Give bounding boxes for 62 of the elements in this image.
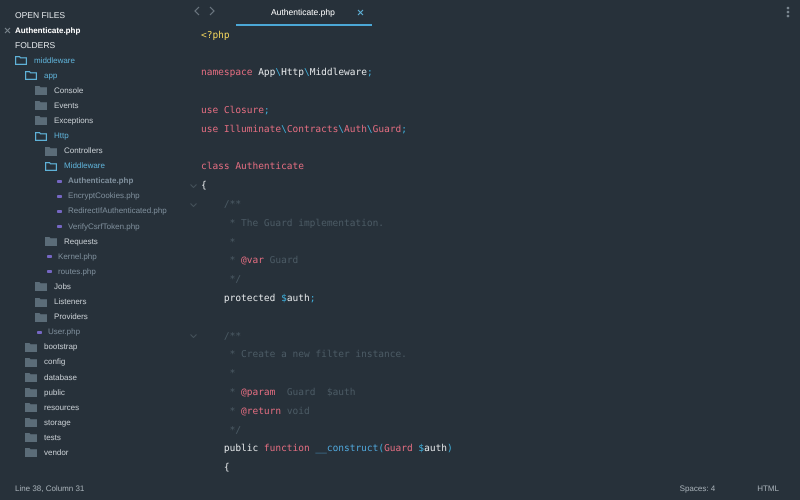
code-line: /** xyxy=(222,330,242,342)
folder-item[interactable]: Http xyxy=(54,130,69,142)
section-heading: FOLDERS xyxy=(14,39,56,52)
code-line: /** xyxy=(222,199,242,210)
code-line: */ xyxy=(228,424,242,436)
folder-item[interactable]: Exceptions xyxy=(54,114,94,127)
folder-item[interactable]: storage xyxy=(44,416,71,429)
folder-item[interactable]: vendor xyxy=(44,446,68,459)
folder-item[interactable]: database xyxy=(44,372,77,384)
folder-item[interactable]: tests xyxy=(44,432,61,444)
file-item[interactable]: VerifyCsrfToken.php xyxy=(68,220,140,233)
file-icon xyxy=(57,210,62,213)
syntax-setting[interactable]: HTML xyxy=(757,484,779,492)
file-icon xyxy=(37,330,42,334)
folder-item[interactable]: public xyxy=(44,386,65,399)
open-file[interactable]: Authenticate.php xyxy=(15,24,80,36)
folder-item[interactable]: Events xyxy=(54,100,78,112)
code-line: use Illuminate\Contracts\Auth\Guard; xyxy=(201,124,407,135)
fold-chevron-icon[interactable] xyxy=(190,184,196,188)
code-line: { xyxy=(222,462,230,474)
code-line: <?php xyxy=(201,30,230,41)
folder-item[interactable]: Jobs xyxy=(54,280,71,293)
file-icon xyxy=(47,270,52,274)
close-icon[interactable] xyxy=(357,8,364,16)
code-line: use Closure; xyxy=(201,105,270,116)
folder-item[interactable]: middleware xyxy=(34,54,75,67)
code-line: protected $auth; xyxy=(222,293,316,304)
file-icon xyxy=(57,225,62,228)
code-line: namespace App\Http\Middleware; xyxy=(201,67,373,78)
file-icon xyxy=(57,194,62,198)
folder-item[interactable]: bootstrap xyxy=(44,341,78,354)
folder-item[interactable]: Providers xyxy=(54,311,88,324)
folder-item[interactable]: Requests xyxy=(64,236,98,248)
file-item[interactable]: EncryptCookies.php xyxy=(68,190,140,202)
file-icon xyxy=(57,180,62,183)
close-icon[interactable] xyxy=(4,27,11,34)
folder-item[interactable]: config xyxy=(44,356,66,368)
file-item[interactable]: User.php xyxy=(48,326,80,338)
code-line: class Authenticate xyxy=(201,161,304,172)
folder-item[interactable]: Listeners xyxy=(54,296,86,308)
indentation-setting[interactable]: Spaces: 4 xyxy=(680,484,716,492)
folder-item[interactable]: Controllers xyxy=(64,145,103,158)
section-heading: OPEN FILES xyxy=(14,9,66,22)
folder-item[interactable]: Middleware xyxy=(64,160,105,172)
folder-item[interactable]: app xyxy=(44,70,58,82)
file-item[interactable]: Authenticate.php xyxy=(68,175,134,188)
file-item[interactable]: Kernel.php xyxy=(58,250,97,263)
code-line: */ xyxy=(228,274,242,286)
folder-item[interactable]: resources xyxy=(44,402,80,414)
folder-item[interactable]: Console xyxy=(54,84,84,97)
file-icon xyxy=(47,255,52,258)
fold-chevron-icon[interactable] xyxy=(190,202,196,207)
code-line: * xyxy=(228,236,236,248)
file-item[interactable]: RedirectIfAuthenticated.php xyxy=(68,205,167,218)
cursor-position: Line 38, Column 31 xyxy=(15,484,84,492)
menu-icon[interactable] xyxy=(786,6,790,18)
code-line: public function __construct(Guard $auth) xyxy=(222,443,453,454)
code-line: * xyxy=(228,368,236,380)
code-line: { xyxy=(201,180,207,192)
file-item[interactable]: routes.php xyxy=(58,266,96,278)
editor-tab[interactable]: Authenticate.php xyxy=(236,0,372,26)
fold-chevron-icon[interactable] xyxy=(190,334,196,338)
